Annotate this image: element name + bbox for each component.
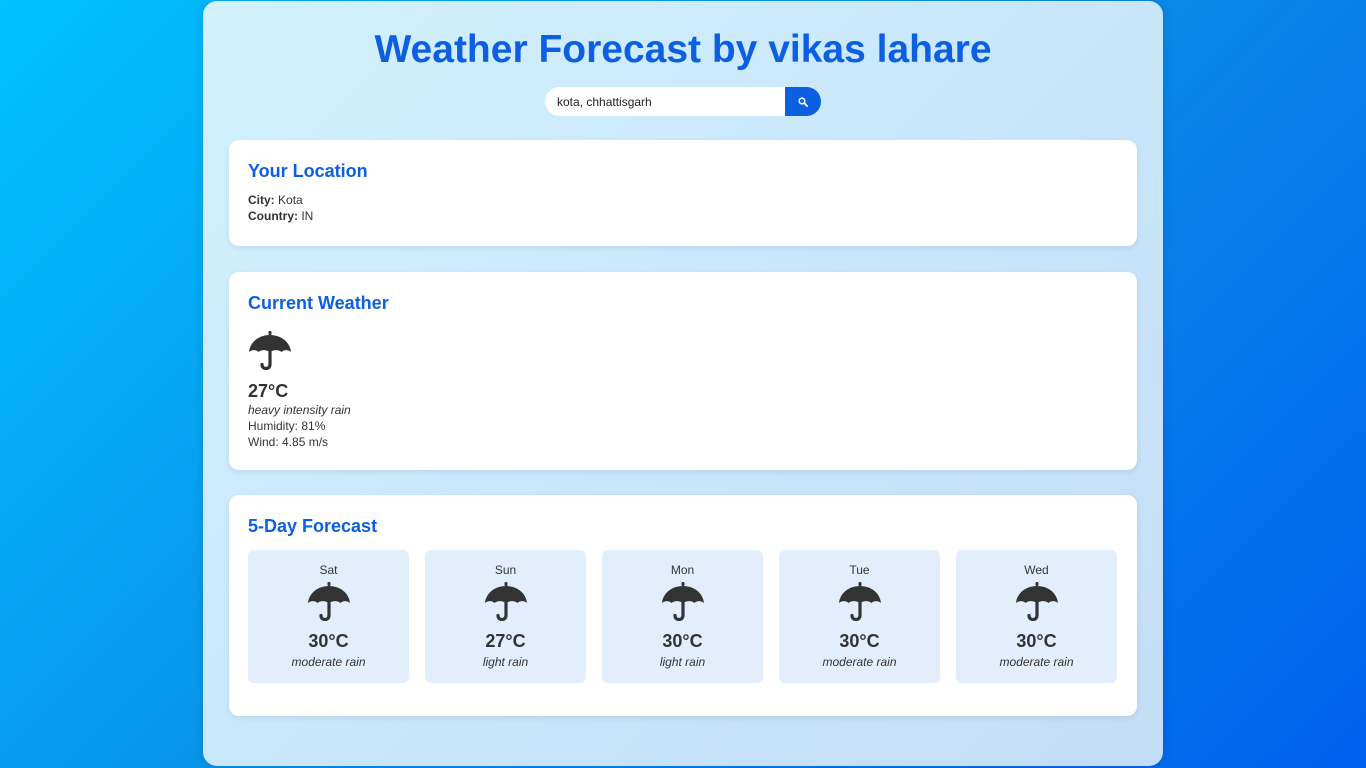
- city-search-input[interactable]: [545, 87, 785, 116]
- forecast-day-desc: light rain: [659, 655, 706, 669]
- forecast-day: Mon 30°C light rain: [602, 550, 763, 683]
- forecast-day-name: Sun: [494, 563, 517, 577]
- umbrella-icon: [661, 582, 704, 621]
- umbrella-icon: [307, 582, 350, 621]
- forecast-list: Sat 30°C moderate rain Sun 27°C light ra…: [248, 550, 1118, 683]
- city-line: City: Kota: [248, 192, 1118, 208]
- forecast-day-desc: moderate rain: [999, 655, 1074, 669]
- country-line: Country: IN: [248, 208, 1118, 224]
- country-label: Country:: [248, 209, 298, 223]
- search-bar: [545, 87, 821, 116]
- umbrella-icon: [1015, 582, 1058, 621]
- current-weather-card: Current Weather 27°C heavy intensity rai…: [229, 272, 1137, 470]
- forecast-heading: 5-Day Forecast: [248, 516, 378, 536]
- city-label: City:: [248, 193, 275, 207]
- forecast-card: 5-Day Forecast Sat 30°C moderate rain Su…: [229, 495, 1137, 716]
- forecast-day-desc: moderate rain: [822, 655, 897, 669]
- search-icon: [798, 96, 808, 107]
- forecast-day-name: Mon: [670, 563, 695, 577]
- forecast-day-name: Wed: [1024, 563, 1049, 577]
- current-description: heavy intensity rain: [248, 403, 351, 417]
- umbrella-icon: [249, 331, 291, 370]
- umbrella-icon: [838, 582, 881, 621]
- location-card: Your Location City: Kota Country: IN: [229, 140, 1137, 246]
- forecast-day: Sun 27°C light rain: [425, 550, 586, 683]
- current-weather-heading: Current Weather: [248, 293, 389, 313]
- forecast-day-temp: 30°C: [1016, 631, 1057, 651]
- city-value: Kota: [278, 193, 303, 207]
- forecast-day: Tue 30°C moderate rain: [779, 550, 940, 683]
- humidity-text: Humidity: 81%: [248, 419, 326, 433]
- forecast-day: Sat 30°C moderate rain: [248, 550, 409, 683]
- page-title: Weather Forecast by vikas lahare: [374, 28, 992, 71]
- location-heading: Your Location: [248, 161, 368, 181]
- forecast-day-temp: 30°C: [839, 631, 880, 651]
- forecast-day-temp: 30°C: [662, 631, 703, 651]
- country-value: IN: [301, 209, 314, 223]
- forecast-day-temp: 27°C: [485, 631, 526, 651]
- wind-text: Wind: 4.85 m/s: [248, 435, 329, 449]
- forecast-day: Wed 30°C moderate rain: [956, 550, 1117, 683]
- umbrella-icon: [484, 582, 527, 621]
- search-button[interactable]: [785, 87, 821, 116]
- current-temperature: 27°C: [248, 381, 289, 401]
- forecast-day-desc: light rain: [482, 655, 529, 669]
- weather-app-container: Weather Forecast by vikas lahare Your Lo…: [203, 1, 1163, 766]
- forecast-day-desc: moderate rain: [291, 655, 366, 669]
- forecast-day-name: Sat: [319, 563, 338, 577]
- forecast-day-name: Tue: [849, 563, 870, 577]
- forecast-day-temp: 30°C: [308, 631, 349, 651]
